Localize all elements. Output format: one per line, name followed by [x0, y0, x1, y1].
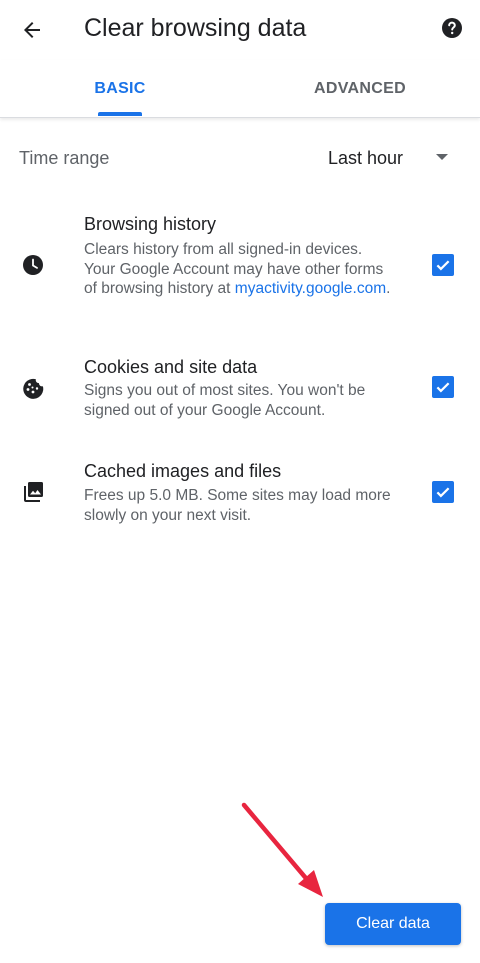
- time-range-label: Time range: [19, 148, 110, 168]
- option-description: Clears history from all signed-in device…: [84, 241, 391, 297]
- images-icon: [21, 480, 45, 504]
- app-bar: Clear browsing data: [0, 0, 480, 60]
- option-browsing-history[interactable]: Browsing history Clears history from all…: [0, 210, 480, 320]
- clear-data-button[interactable]: Clear data: [325, 903, 461, 945]
- tab-selected-indicator: [98, 112, 142, 116]
- option-description: Signs you out of most sites. You won't b…: [84, 382, 366, 419]
- tab-advanced[interactable]: ADVANCED: [240, 60, 480, 118]
- checkmark-icon: [436, 382, 450, 393]
- page-title: Clear browsing data: [84, 14, 307, 42]
- help-icon: [442, 18, 462, 38]
- option-description: Frees up 5.0 MB. Some sites may load mor…: [84, 487, 391, 524]
- clock-icon: [21, 253, 45, 277]
- dropdown-arrow-icon: [436, 154, 448, 160]
- option-title: Browsing history: [84, 214, 217, 234]
- tab-basic[interactable]: BASIC: [0, 60, 240, 118]
- checkmark-icon: [436, 487, 450, 498]
- option-title: Cookies and site data: [84, 357, 258, 377]
- option-cookies[interactable]: Cookies and site data Signs you out of m…: [0, 355, 480, 425]
- option-title: Cached images and files: [84, 461, 282, 481]
- cookie-icon: [21, 375, 45, 399]
- cached-images-checkbox[interactable]: [432, 481, 454, 503]
- annotation-arrow-icon: [241, 802, 323, 897]
- time-range-dropdown[interactable]: Last hour: [310, 138, 460, 178]
- back-button[interactable]: [14, 12, 50, 48]
- cookies-checkbox[interactable]: [432, 376, 454, 398]
- checkmark-icon: [436, 260, 450, 271]
- browsing-history-checkbox[interactable]: [432, 254, 454, 276]
- time-range-value: Last hour: [328, 148, 404, 168]
- arrow-back-icon: [24, 22, 40, 38]
- help-button[interactable]: [438, 14, 466, 42]
- option-cached-images[interactable]: Cached images and files Frees up 5.0 MB.…: [0, 459, 480, 529]
- tab-bar: BASIC ADVANCED: [0, 60, 480, 118]
- time-range-row: Time range Last hour: [0, 130, 480, 188]
- myactivity-link[interactable]: myactivity.google.com: [235, 280, 386, 297]
